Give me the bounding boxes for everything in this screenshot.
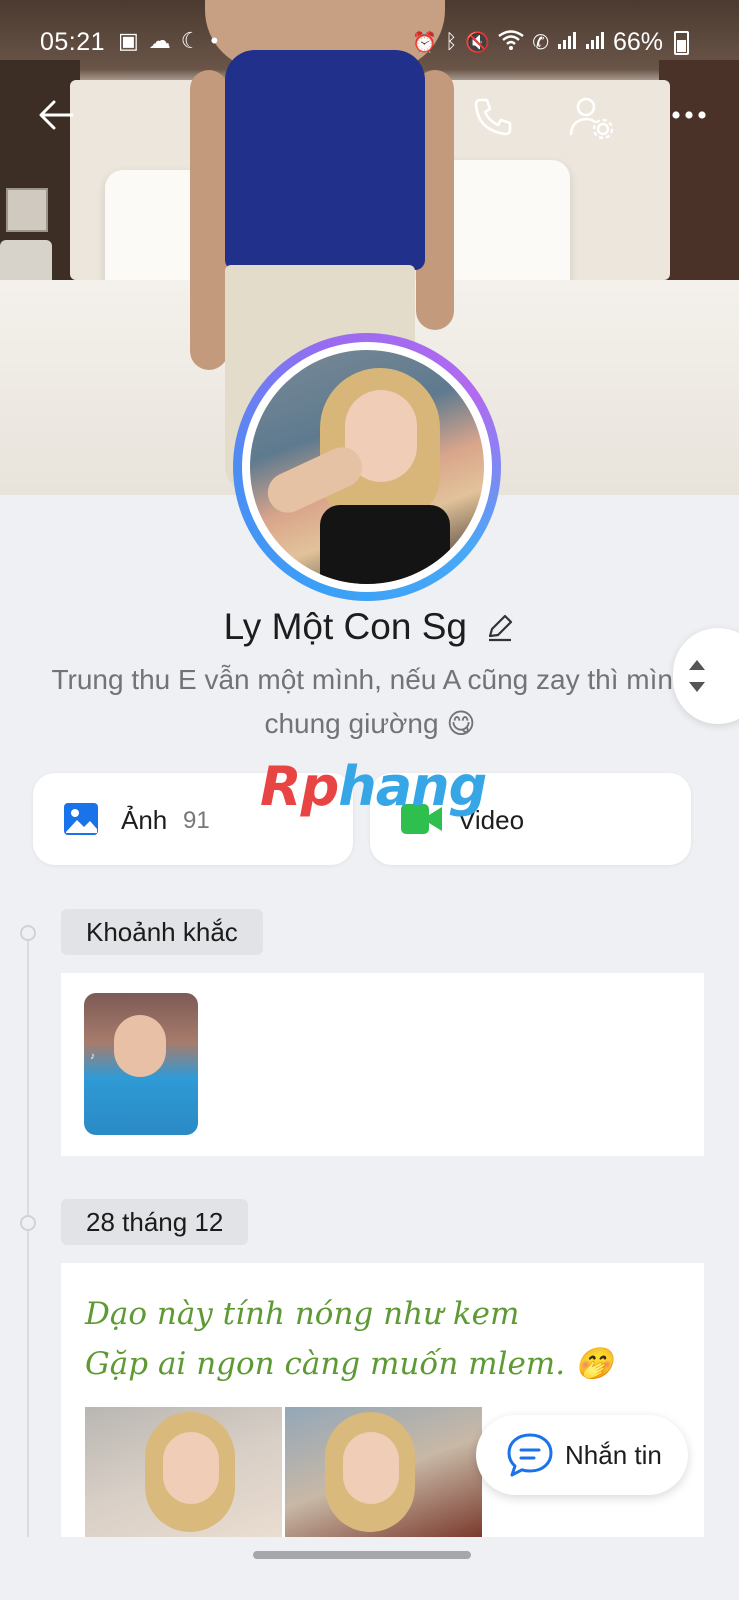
post-line: Dạo này tính nóng như kem — [85, 1296, 520, 1332]
battery-icon — [674, 30, 689, 55]
photo-icon — [64, 803, 98, 835]
status-right-icons: ⏰ ᛒ 🔇 ✆ 66% — [412, 28, 689, 57]
wifi-call-icon: ✆ — [532, 32, 549, 54]
user-settings-icon[interactable] — [568, 94, 616, 140]
tiktok-icon: ♪ — [90, 1051, 95, 1062]
message-button-label: Nhắn tin — [565, 1440, 662, 1470]
moment-face — [114, 1015, 166, 1077]
photos-label: Ảnh — [121, 805, 168, 835]
moments-panel: ♪ — [61, 973, 704, 1156]
post-line: Gặp ai ngon càng muốn mlem. 🤭 — [85, 1346, 614, 1382]
post-image[interactable] — [85, 1407, 282, 1537]
avatar[interactable] — [233, 333, 501, 601]
home-indicator[interactable] — [253, 1551, 471, 1559]
avatar-border — [242, 342, 492, 592]
post-image-face — [343, 1432, 399, 1504]
moment-thumbnail[interactable]: ♪ — [84, 993, 198, 1135]
post-panel[interactable]: Dạo này tính nóng như kem Gặp ai ngon cà… — [61, 1263, 704, 1553]
avatar-dress — [320, 505, 450, 584]
bluetooth-icon: ᛒ — [445, 31, 458, 53]
timeline-line — [27, 932, 29, 1592]
signal-icon — [557, 30, 577, 56]
cover-wall-panel — [6, 188, 48, 232]
edit-pencil-icon[interactable] — [485, 612, 515, 642]
image-icon: ▣ — [118, 28, 139, 53]
rphang-watermark: Rphang — [260, 755, 487, 818]
post-image-face — [163, 1432, 219, 1504]
status-bar: 05:21 ▣ ☁ ☾ • ⏰ ᛒ 🔇 ✆ 66% — [0, 0, 739, 86]
signal-icon — [585, 30, 605, 56]
timeline-dot — [20, 925, 36, 941]
weather-icon: ☁ — [148, 28, 171, 53]
post-image[interactable] — [285, 1407, 482, 1537]
profile-header — [0, 88, 739, 148]
message-button[interactable]: Nhắn tin — [476, 1415, 688, 1495]
more-icon[interactable] — [668, 94, 710, 136]
chevron-up-icon — [689, 660, 705, 670]
timeline-dot — [20, 1215, 36, 1231]
date-tag: 28 tháng 12 — [61, 1199, 249, 1245]
status-left-icons: ▣ ☁ ☾ • — [118, 28, 218, 54]
photos-count: 91 — [183, 807, 210, 834]
moments-tag: Khoảnh khắc — [61, 909, 263, 955]
profile-name-row: Ly Một Con Sg — [0, 606, 739, 648]
chat-bubble-icon — [507, 1433, 553, 1477]
dot-icon: • — [210, 28, 219, 53]
profile-name: Ly Một Con Sg — [223, 606, 467, 647]
chevron-down-icon — [689, 682, 705, 692]
profile-bio: Trung thu E vẫn một mình, nếu A cũng zay… — [51, 664, 689, 739]
phone-icon[interactable] — [470, 94, 516, 140]
bottom-area — [0, 1537, 739, 1600]
avatar-photo — [250, 350, 484, 584]
post-text: Dạo này tính nóng như kem Gặp ai ngon cà… — [85, 1289, 614, 1389]
alarm-icon: ⏰ — [412, 32, 438, 54]
moon-icon: ☾ — [180, 28, 201, 53]
wifi-icon — [498, 29, 524, 56]
back-arrow-icon[interactable] — [36, 94, 78, 136]
status-time: 05:21 — [40, 28, 106, 56]
battery-level: 66% — [612, 28, 663, 56]
mute-icon: 🔇 — [465, 32, 491, 54]
